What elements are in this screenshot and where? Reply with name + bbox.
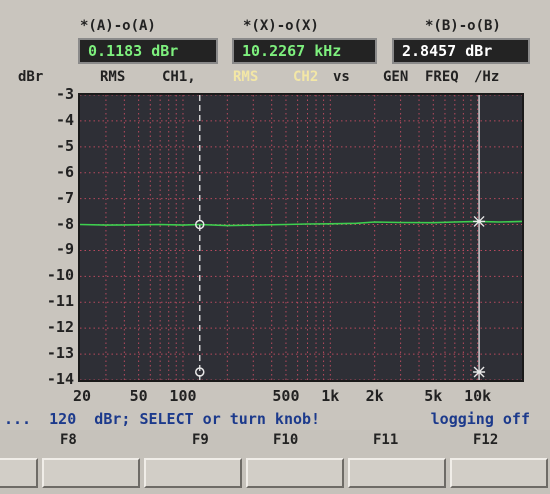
readout-a-value: 0.1183 dBr <box>78 38 218 64</box>
fkey-label-f10: F10 <box>273 432 299 448</box>
f8-button[interactable] <box>42 458 140 488</box>
x-tick-label: 5k <box>424 387 443 405</box>
x-tick-label: 500 <box>272 387 300 405</box>
y-tick-label: -12 <box>46 318 74 337</box>
status-line: ... 120 dBr; SELECT or turn knob! loggin… <box>0 408 550 430</box>
fkey-label-f9: F9 <box>192 432 209 448</box>
legend-rms-ch2: RMS <box>233 69 259 85</box>
readout-b-header: *(B)-o(B) <box>425 18 501 34</box>
legend-freq: FREQ <box>425 69 459 85</box>
legend-rms-ch1: RMS <box>100 69 126 85</box>
legend-vs: vs <box>333 69 350 85</box>
legend-ch1: CH1, <box>162 69 196 85</box>
frequency-response-plot[interactable] <box>78 93 524 382</box>
legend-ch2: CH2 <box>293 69 319 85</box>
y-axis-unit: dBr <box>18 69 44 85</box>
f10-button[interactable] <box>246 458 344 488</box>
readout-b-value: 2.8457 dBr <box>392 38 530 64</box>
fkey-label-f11: F11 <box>373 432 399 448</box>
f9-button[interactable] <box>144 458 242 488</box>
x-tick-label: 20 <box>72 387 92 405</box>
x-tick-label: 1k <box>321 387 340 405</box>
y-tick-label: -8 <box>55 214 74 233</box>
analyzer-screen: *(A)-o(A) *(X)-o(X) *(B)-o(B) 0.1183 dBr… <box>0 0 550 494</box>
y-tick-label: -4 <box>55 110 74 129</box>
x-tick-label: 50 <box>129 387 148 405</box>
y-tick-label: -3 <box>55 85 74 103</box>
fkey-label-f8: F8 <box>60 432 77 448</box>
y-tick-label: -13 <box>46 344 74 363</box>
y-tick-label: -11 <box>46 292 74 311</box>
readout-x-value: 10.2267 kHz <box>232 38 377 64</box>
x-tick-label: 10k <box>464 387 492 405</box>
readout-a-header: *(A)-o(A) <box>80 18 156 34</box>
function-key-bar: F8 F9 F10 F11 F12 <box>0 430 550 494</box>
x-tick-label: 2k <box>365 387 384 405</box>
x-tick-label: 100 <box>169 387 197 405</box>
f12-button[interactable] <box>450 458 548 488</box>
y-tick-label: -10 <box>46 266 74 285</box>
legend-hz: /Hz <box>474 69 500 85</box>
fkey-label-f12: F12 <box>473 432 499 448</box>
y-tick-label: -14 <box>46 370 74 388</box>
readout-x-header: *(X)-o(X) <box>243 18 319 34</box>
f11-button[interactable] <box>348 458 446 488</box>
legend-gen: GEN <box>383 69 409 85</box>
status-message: ... 120 dBr; SELECT or turn knob! <box>4 410 321 428</box>
y-tick-label: -7 <box>55 188 74 207</box>
plot-svg[interactable] <box>80 95 522 380</box>
logging-status: logging off <box>430 410 530 428</box>
f7-button[interactable] <box>0 458 38 488</box>
y-tick-label: -5 <box>55 136 74 155</box>
y-tick-label: -6 <box>55 162 74 181</box>
y-tick-label: -9 <box>55 240 74 259</box>
